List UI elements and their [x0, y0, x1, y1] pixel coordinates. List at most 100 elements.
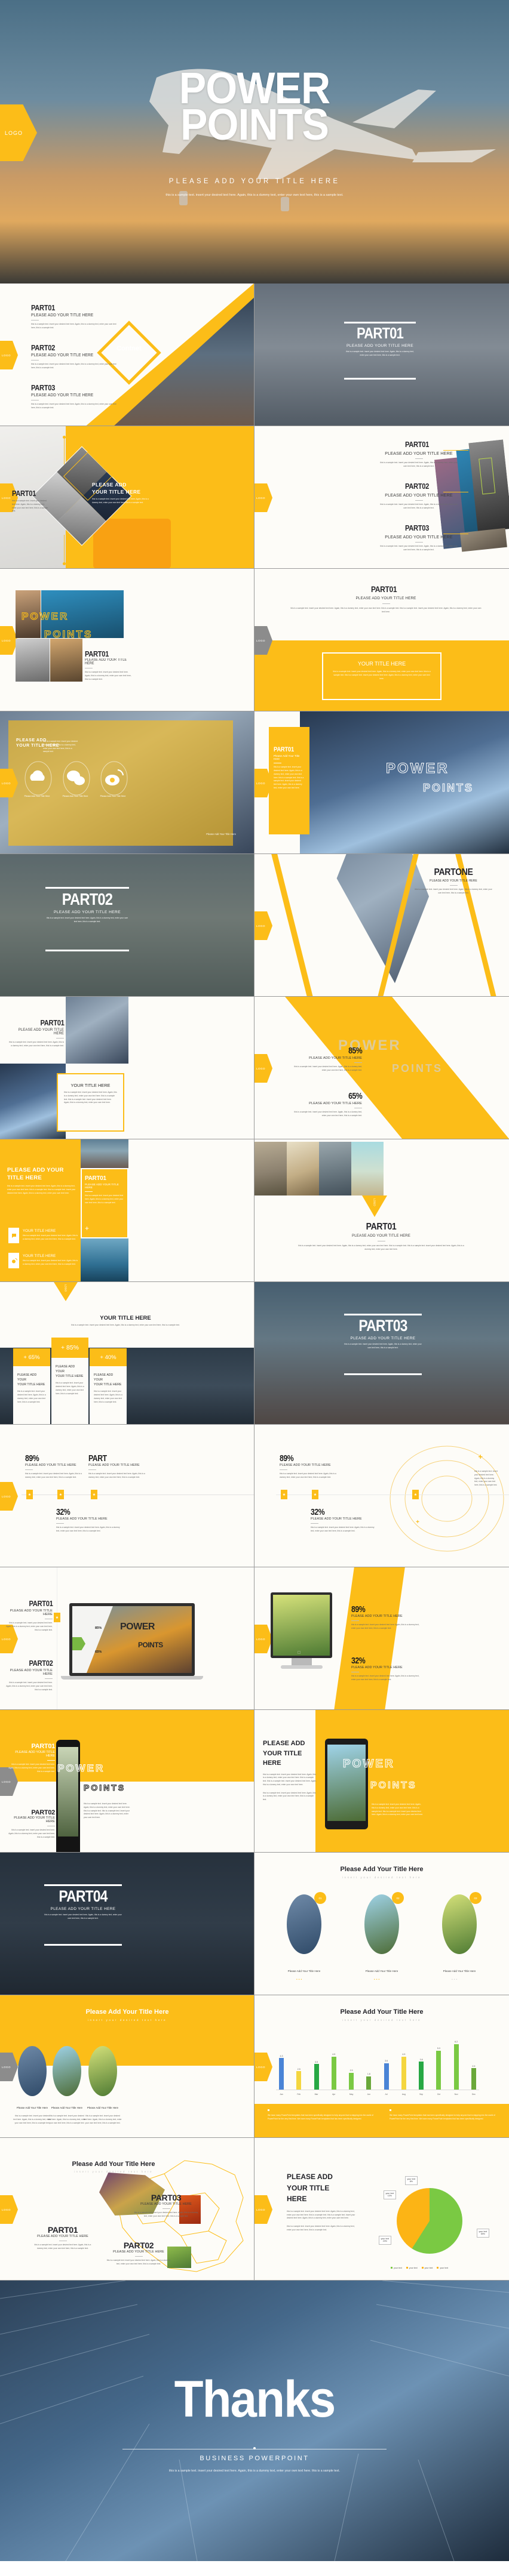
- slide-thumb-icon-list-yellow[interactable]: PART01 PLEASE ADD YOUR TITLE HERE this i…: [0, 1139, 254, 1282]
- laptop-base: [61, 1676, 203, 1680]
- logo-badge[interactable]: LOGO: [0, 1482, 18, 1511]
- part-subheading-1: PLEASE ADD YOUR TITLE HERE: [15, 1751, 55, 1758]
- bar: [401, 2056, 406, 2090]
- oval-photo-2: [53, 2046, 81, 2096]
- bar-column: 1.8: [363, 2073, 374, 2090]
- presentation-preview-sheet: LOGO POWER POINTS PLEASE ADD YOUR TITLE …: [0, 0, 509, 2561]
- panel-title-line2: YOUR TITLE HERE: [92, 489, 141, 495]
- slide-title: Please Add Your Title Here: [72, 2161, 155, 2168]
- plus-icon-1: +: [478, 1452, 483, 1461]
- part-heading: PART02: [404, 482, 429, 491]
- oval-caption-3: Please Add Your Title Here: [443, 1970, 476, 1973]
- list-item-body-1: this is a sample text. insert your desir…: [23, 1234, 78, 1240]
- title-line3: HERE: [263, 1760, 281, 1767]
- card-body: this is a sample text. insert your desir…: [17, 1390, 46, 1403]
- slide-thumb-three-parts-collage[interactable]: LOGO PART01 PLEASE ADD YOUR TITLE HERE t…: [254, 426, 509, 569]
- oval-photo-3: [442, 1894, 477, 1954]
- logo-badge[interactable]: LOGO: [254, 1054, 272, 1083]
- pie-label-value: 8%: [409, 2180, 413, 2183]
- logo-label: LOGO: [256, 781, 266, 785]
- yellow-stripe: [334, 1567, 405, 1709]
- part-body: this is a sample text. insert your desir…: [31, 363, 116, 369]
- stat-value-1: 85%: [348, 1046, 363, 1056]
- slide-thumb-section-bridge[interactable]: PART01 PLEASE ADD YOUR TITLE HERE this i…: [254, 284, 509, 426]
- slide-thumb-percent-diagonal[interactable]: LOGO POWER POINTS 85% PLEASE ADD YOUR TI…: [254, 997, 509, 1139]
- bar: [453, 2044, 459, 2090]
- slide-thumb-photo-strip[interactable]: LOGO PART01 PLEASE ADD YOUR TITLE HERE t…: [254, 1139, 509, 1282]
- slide-thumb-three-percent-cards[interactable]: LOGO YOUR TITLE HERE this is a sample te…: [0, 1282, 254, 1425]
- section-subtitle: PLEASE ADD YOUR TITLE HERE: [430, 879, 477, 883]
- slide-thumb-three-oval-cards[interactable]: Please Add Your Title Here insert your d…: [254, 1853, 509, 1995]
- card-value: + 85%: [51, 1338, 88, 1358]
- slide-thumb-three-oval-yellow[interactable]: LOGO Please Add Your Title Here insert y…: [0, 1995, 254, 2138]
- logo-badge[interactable]: LOGO: [254, 1625, 272, 1653]
- panel-body: this is a sample text. insert your desir…: [372, 1803, 423, 1816]
- section-title: PART04: [59, 1887, 108, 1905]
- slide-thumb-section-night-city[interactable]: PART04 PLEASE ADD YOUR TITLE HERE this i…: [0, 1853, 254, 1995]
- logo-badge[interactable]: LOGO: [254, 2053, 272, 2081]
- bar-category-label: Feb: [297, 2093, 301, 2096]
- part-heading: PART02: [31, 343, 55, 352]
- slide-thumb-pie-chart[interactable]: LOGO PLEASE ADD YOUR TITLE HERE this is …: [254, 2138, 509, 2281]
- hero-slide: LOGO POWER POINTS PLEASE ADD YOUR TITLE …: [0, 0, 509, 284]
- logo-label: LOGO: [2, 2208, 11, 2211]
- logo-badge[interactable]: LOGO: [0, 2195, 18, 2224]
- bus-photo: [93, 519, 171, 568]
- radar-note: this is a sample text. insert your desir…: [474, 1470, 498, 1487]
- slide-thumb-imac-mockup[interactable]: LOGO  + 89% PLEASE ADD YOUR TITLE HERE …: [254, 1567, 509, 1710]
- slide-thumb-phone-mockup[interactable]: LOGO POWER POINTS PART01 PLEASE ADD YOUR…: [0, 1710, 254, 1853]
- connector-line-bottom: [64, 535, 65, 563]
- part-heading: PART01: [31, 303, 55, 312]
- photo-bus: [16, 639, 50, 682]
- panel-body: this is a sample text. insert your desir…: [92, 498, 149, 504]
- slide-thumb-laptop-mockup[interactable]: LOGO PART01 PLEASE ADD YOUR TITLE HERE t…: [0, 1567, 254, 1710]
- body-2: this is a sample text. insert your desir…: [263, 1791, 316, 1801]
- stat-body-1: this is a sample text. insert your desir…: [351, 1623, 419, 1630]
- slide-thumb-diamond-photo-grid[interactable]: LOGO PART01 this is a sample text. inser…: [0, 426, 254, 569]
- stat-label-3: PLEASE ADD YOUR TITLE HERE: [56, 1517, 108, 1521]
- icon-caption-2: Please Add Your Title Here: [62, 795, 88, 797]
- power-wordmark: POWER: [342, 1757, 395, 1770]
- logo-label: LOGO: [2, 639, 11, 642]
- slide-thumb-agenda-three-parts[interactable]: Contnet LOGO PART01 PLEASE ADD YOUR TITL…: [0, 284, 254, 426]
- pie-label-value: 23%: [382, 2240, 387, 2243]
- slide-thumb-yellow-panel-buildings[interactable]: LOGO PART01 Please Add Your Title Here t…: [254, 711, 509, 854]
- bar-category-label: Jul: [385, 2093, 388, 2096]
- buildings-photo: [0, 1064, 66, 1139]
- slide-thumb-three-icon-overlay[interactable]: LOGO PLEASE ADD YOUR TITLE HERE this is …: [0, 711, 254, 854]
- slide-thumb-quad-layout[interactable]: PART01 PLEASE ADD YOUR TITLE HERE this i…: [0, 997, 254, 1139]
- agenda-item-1: PART01 PLEASE ADD YOUR TITLE HERE this i…: [31, 303, 121, 330]
- slide-thumb-section-lamp-road[interactable]: PART03 PLEASE ADD YOUR TITLE HERE this i…: [254, 1282, 509, 1425]
- divider: [88, 1469, 96, 1471]
- bar-column: 3.8: [416, 2059, 427, 2090]
- slide-thumb-section-aerial[interactable]: PART02 PLEASE ADD YOUR TITLE HERE this i…: [0, 854, 254, 997]
- logo-label: LOGO: [2, 353, 11, 357]
- panel-body: this is a sample text. insert your desir…: [7, 1185, 76, 1194]
- logo-badge[interactable]: LOGO: [254, 483, 272, 512]
- section-body: this is a sample text. insert your desir…: [46, 917, 128, 923]
- logo-label: LOGO: [2, 496, 11, 500]
- plus-icon[interactable]: +: [85, 1224, 89, 1232]
- stat-body-2: this is a sample text. insert your desir…: [88, 1472, 145, 1479]
- slide-thumb-title-yellow-box[interactable]: LOGO PART01 PLEASE ADD YOUR TITLE HERE t…: [254, 569, 509, 711]
- bar-value-label: 2.3: [349, 2069, 353, 2072]
- divider: [85, 1191, 93, 1193]
- slide-thumb-bar-chart[interactable]: LOGO Please Add Your Title Here insert y…: [254, 1995, 509, 2138]
- slide-thumb-tablet-mockup[interactable]: PLEASE ADD YOUR TITLE HERE this is a sam…: [254, 1710, 509, 1853]
- bar-category-label: Sep: [419, 2093, 424, 2096]
- slide-thumb-partone-chevrons[interactable]: LOGO PARTONE PLEASE ADD YOUR TITLE HERE …: [254, 854, 509, 997]
- stat-label-1: PLEASE ADD YOUR TITLE HERE: [351, 1614, 403, 1618]
- slide-thumb-radar-stats[interactable]: + + ★ ★ ★ 89% PLEASE ADD YOUR TITLE HERE…: [254, 1425, 509, 1567]
- body-1: this is a sample text. insert your desir…: [287, 2210, 355, 2220]
- glass-photo: [66, 997, 128, 1064]
- slide-body: this is a sample text. insert your desir…: [9, 1041, 64, 1047]
- logo-badge[interactable]: LOGO: [254, 2195, 272, 2224]
- divider: [45, 1678, 53, 1680]
- card-body: this is a sample text. insert your desir…: [56, 1382, 84, 1395]
- connector-line-top: [64, 437, 65, 464]
- slide-thumb-photo-mosaic-power[interactable]: LOGO POWER POINTS PART01 PLEASE ADD YOUR…: [0, 569, 254, 711]
- slide-thumb-timeline-stats[interactable]: LOGO ★ ★ ★ 89% PLEASE ADD YOUR TITLE HER…: [0, 1425, 254, 1567]
- slide-thumb-map[interactable]: LOGO Please Add Your Title Here insert y…: [0, 2138, 254, 2281]
- logo-badge[interactable]: LOGO: [362, 1195, 387, 1217]
- pie-label-3: your text 10%: [384, 2190, 396, 2199]
